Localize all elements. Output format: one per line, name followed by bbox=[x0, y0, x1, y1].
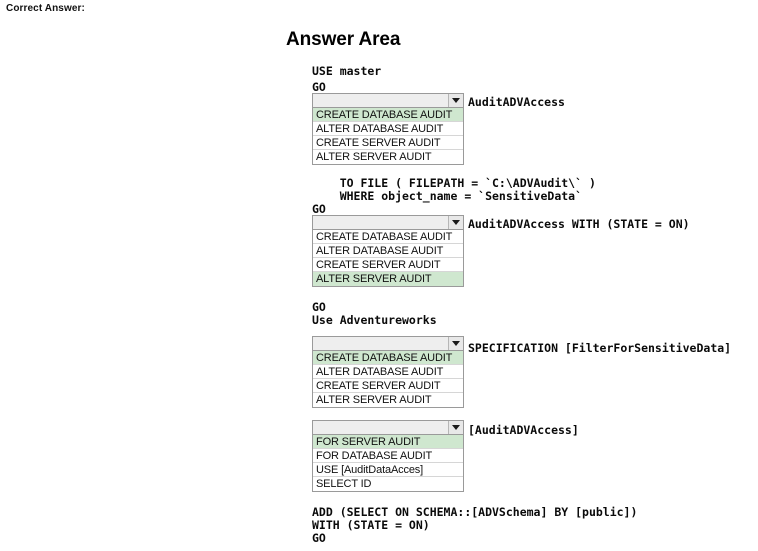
dropdown-3-option-3[interactable]: ALTER SERVER AUDIT bbox=[313, 393, 463, 407]
chevron-down-icon[interactable] bbox=[448, 337, 463, 350]
code-line-where-object-name: WHERE object_name = `SensitiveData` bbox=[312, 189, 583, 203]
dropdown-4-value bbox=[313, 421, 448, 434]
correct-answer-label: Correct Answer: bbox=[6, 3, 85, 14]
dropdown-4-option-3[interactable]: SELECT ID bbox=[313, 477, 463, 491]
dropdown-4-option-0[interactable]: FOR SERVER AUDIT bbox=[313, 435, 463, 449]
code-line-go-1: GO bbox=[312, 80, 326, 94]
dropdown-4[interactable]: FOR SERVER AUDIT FOR DATABASE AUDIT USE … bbox=[312, 420, 464, 492]
dropdown-3-option-2[interactable]: CREATE SERVER AUDIT bbox=[313, 379, 463, 393]
dropdown-1[interactable]: CREATE DATABASE AUDIT ALTER DATABASE AUD… bbox=[312, 93, 464, 165]
code-line-to-file: TO FILE ( FILEPATH = `C:\ADVAudit\` ) bbox=[312, 176, 596, 190]
dropdown-1-option-1[interactable]: ALTER DATABASE AUDIT bbox=[313, 122, 463, 136]
dropdown-2-option-3[interactable]: ALTER SERVER AUDIT bbox=[313, 272, 463, 286]
dropdown-3-option-0[interactable]: CREATE DATABASE AUDIT bbox=[313, 351, 463, 365]
code-line-add-select: ADD (SELECT ON SCHEMA::[ADVSchema] BY [p… bbox=[312, 505, 638, 519]
dropdown-4-combo[interactable] bbox=[313, 421, 463, 435]
dropdown-3-options: CREATE DATABASE AUDIT ALTER DATABASE AUD… bbox=[313, 351, 463, 407]
dropdown-3-option-1[interactable]: ALTER DATABASE AUDIT bbox=[313, 365, 463, 379]
code-line-use-master: USE master bbox=[312, 64, 382, 78]
dropdown-2-value bbox=[313, 216, 448, 229]
page-title: Answer Area bbox=[286, 29, 401, 50]
dropdown-1-combo[interactable] bbox=[313, 94, 463, 108]
dropdown-1-trailing-text: AuditADVAccess bbox=[468, 95, 565, 109]
dropdown-4-options: FOR SERVER AUDIT FOR DATABASE AUDIT USE … bbox=[313, 435, 463, 491]
dropdown-3-combo[interactable] bbox=[313, 337, 463, 351]
dropdown-1-value bbox=[313, 94, 448, 107]
code-line-with-state-on: WITH (STATE = ON) bbox=[312, 518, 430, 532]
chevron-down-icon[interactable] bbox=[448, 216, 463, 229]
chevron-down-icon[interactable] bbox=[448, 421, 463, 434]
code-line-go-4: GO bbox=[312, 531, 326, 545]
code-line-use-adventureworks: Use Adventureworks bbox=[312, 313, 437, 327]
dropdown-2[interactable]: CREATE DATABASE AUDIT ALTER DATABASE AUD… bbox=[312, 215, 464, 287]
dropdown-3-trailing-text: SPECIFICATION [FilterForSensitiveData] bbox=[468, 341, 732, 355]
dropdown-4-option-1[interactable]: FOR DATABASE AUDIT bbox=[313, 449, 463, 463]
dropdown-2-trailing-text: AuditADVAccess WITH (STATE = ON) bbox=[468, 217, 690, 231]
dropdown-2-combo[interactable] bbox=[313, 216, 463, 230]
dropdown-3[interactable]: CREATE DATABASE AUDIT ALTER DATABASE AUD… bbox=[312, 336, 464, 408]
dropdown-3-value bbox=[313, 337, 448, 350]
dropdown-2-option-0[interactable]: CREATE DATABASE AUDIT bbox=[313, 230, 463, 244]
dropdown-2-option-2[interactable]: CREATE SERVER AUDIT bbox=[313, 258, 463, 272]
code-line-go-3: GO bbox=[312, 300, 326, 314]
screenshot-root: Correct Answer: Answer Area USE master G… bbox=[0, 0, 758, 551]
dropdown-2-option-1[interactable]: ALTER DATABASE AUDIT bbox=[313, 244, 463, 258]
dropdown-1-option-2[interactable]: CREATE SERVER AUDIT bbox=[313, 136, 463, 150]
dropdown-4-option-2[interactable]: USE [AuditDataAcces] bbox=[313, 463, 463, 477]
code-line-go-2: GO bbox=[312, 202, 326, 216]
dropdown-2-options: CREATE DATABASE AUDIT ALTER DATABASE AUD… bbox=[313, 230, 463, 286]
dropdown-4-trailing-text: [AuditADVAccess] bbox=[468, 423, 579, 437]
dropdown-1-option-0[interactable]: CREATE DATABASE AUDIT bbox=[313, 108, 463, 122]
dropdown-1-options: CREATE DATABASE AUDIT ALTER DATABASE AUD… bbox=[313, 108, 463, 164]
dropdown-1-option-3[interactable]: ALTER SERVER AUDIT bbox=[313, 150, 463, 164]
chevron-down-icon[interactable] bbox=[448, 94, 463, 107]
